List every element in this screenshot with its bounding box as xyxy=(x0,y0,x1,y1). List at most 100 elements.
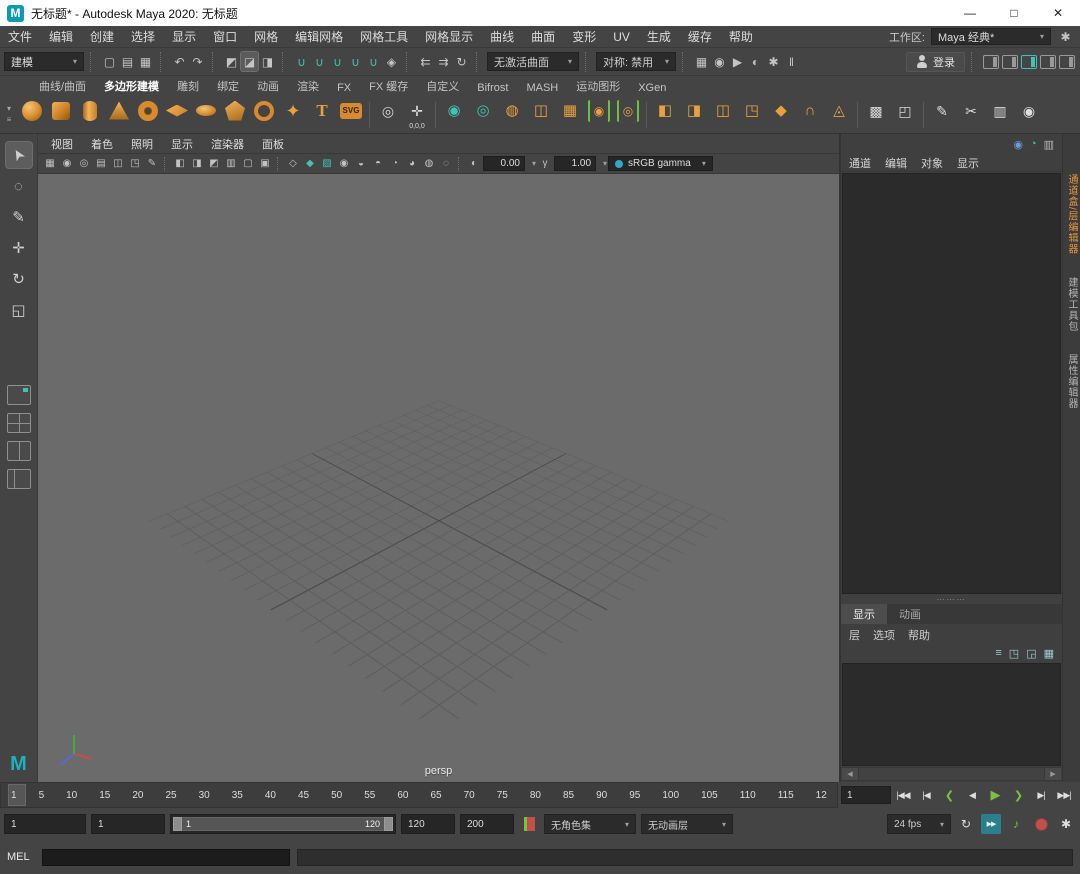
insert-edge-loop-icon[interactable]: ▥ xyxy=(986,98,1014,132)
film-gate-icon[interactable]: ◧ xyxy=(172,156,188,172)
scroll-right-icon[interactable]: ▶ xyxy=(1045,768,1061,780)
active-surface-field[interactable]: 无激活曲面 ▾ xyxy=(487,52,579,71)
current-frame-field[interactable]: 1 xyxy=(841,786,891,804)
time-tick[interactable]: 85 xyxy=(563,790,574,801)
new-empty-layer-icon[interactable]: ◳ xyxy=(1009,647,1019,660)
chevron-down-icon[interactable]: ▾ xyxy=(603,159,607,168)
time-tick[interactable]: 20 xyxy=(132,790,143,801)
sound-toggle[interactable]: ♪ xyxy=(1006,814,1026,834)
time-tick[interactable]: 1 xyxy=(11,790,17,801)
channel-box-menu-item[interactable]: 显示 xyxy=(957,155,979,171)
profiler-icon[interactable]: ▥ xyxy=(1044,138,1054,151)
bridge-icon[interactable]: ∩ xyxy=(796,98,824,132)
exposure-field[interactable]: 0.00 xyxy=(483,156,525,171)
time-tick[interactable]: 65 xyxy=(431,790,442,801)
safe-title-icon[interactable]: ▣ xyxy=(257,156,273,172)
shelf-tab[interactable]: FX 缓存 xyxy=(360,76,417,96)
snap-to-view-plane-icon[interactable]: ∪ xyxy=(365,52,382,71)
image-plane-icon[interactable]: ◫ xyxy=(110,156,126,172)
character-set-dropdown[interactable]: 无角色集 ▾ xyxy=(544,814,636,834)
symmetry-field[interactable]: 对称: 禁用 ▾ xyxy=(596,52,676,71)
shelf-tab[interactable]: 运动图形 xyxy=(567,76,629,96)
shelf-tab[interactable]: 渲染 xyxy=(288,76,328,96)
select-camera-icon[interactable]: ▦ xyxy=(42,156,58,172)
move-pivot-to-origin-icon[interactable]: ✛ 0,0,0 xyxy=(403,98,431,132)
rig-evaluation-icon[interactable]: ◉ xyxy=(1013,138,1023,151)
shelf-tab[interactable]: 雕刻 xyxy=(168,76,208,96)
gamma-icon[interactable]: γ xyxy=(537,156,553,172)
combine-icon[interactable]: ◉ xyxy=(440,98,468,132)
shelf-tab[interactable]: Bifrost xyxy=(468,80,517,96)
open-scene-icon[interactable]: ▤ xyxy=(119,52,136,71)
gamma-field[interactable]: 1.00 xyxy=(554,156,597,171)
time-tick[interactable]: 115 xyxy=(778,790,794,801)
lasso-select-tool[interactable]: ◌ xyxy=(6,173,32,199)
panel-menu-item[interactable]: 显示 xyxy=(162,136,202,152)
boolean-difference-icon[interactable]: ◨ xyxy=(680,98,708,132)
panel-menu-item[interactable]: 照明 xyxy=(122,136,162,152)
range-end-handle[interactable] xyxy=(384,817,393,831)
shelf-menu-icon[interactable]: ≡ xyxy=(7,116,12,124)
outliner-toggle[interactable] xyxy=(1059,54,1075,69)
menu-item[interactable]: 生成 xyxy=(639,28,679,45)
textured-icon[interactable]: ▨ xyxy=(319,156,335,172)
quad-draw-icon[interactable]: ✎ xyxy=(928,98,956,132)
command-language-toggle[interactable]: MEL xyxy=(7,851,35,863)
time-tick[interactable]: 15 xyxy=(99,790,110,801)
chevron-down-icon[interactable]: ▾ xyxy=(532,159,536,168)
smooth-mesh-preview-icon[interactable]: ◉ xyxy=(585,98,613,132)
snap-to-point-icon[interactable]: ∪ xyxy=(329,52,346,71)
menu-item[interactable]: 曲面 xyxy=(523,28,563,45)
shelf-tab[interactable]: 自定义 xyxy=(417,76,468,96)
exposure-icon[interactable]: ◐ xyxy=(466,156,482,172)
poly-type-icon[interactable]: T xyxy=(308,98,336,132)
sign-in-button[interactable]: 登录 xyxy=(906,51,965,72)
shelf-tab[interactable]: 多边形建模 xyxy=(95,76,168,96)
poly-pipe-icon[interactable] xyxy=(250,98,278,132)
lock-camera-icon[interactable]: ◉ xyxy=(59,156,75,172)
layer-options-icon[interactable]: ▦ xyxy=(1044,647,1054,660)
mirror-icon[interactable]: ◫ xyxy=(527,98,555,132)
target-weld-icon[interactable]: ◉ xyxy=(1015,98,1043,132)
poly-cube-icon[interactable] xyxy=(47,98,75,132)
time-tick[interactable]: 80 xyxy=(530,790,541,801)
channel-box-menu-item[interactable]: 通道 xyxy=(849,155,871,171)
extrude-icon[interactable]: ◳ xyxy=(738,98,766,132)
select-by-hierarchy-icon[interactable]: ◩ xyxy=(223,52,240,71)
range-start-handle[interactable] xyxy=(173,817,182,831)
menu-item[interactable]: 缓存 xyxy=(680,28,720,45)
bevel-icon[interactable]: ◆ xyxy=(767,98,795,132)
layer-editor-menu-item[interactable]: 帮助 xyxy=(908,627,930,643)
workspace-options-icon[interactable]: ✱ xyxy=(1057,27,1074,46)
input-connections-icon[interactable]: ⇇ xyxy=(417,52,434,71)
snap-to-curve-icon[interactable]: ∪ xyxy=(311,52,328,71)
menu-item[interactable]: 窗口 xyxy=(205,28,245,45)
step-back-frame-button[interactable]: |◀ xyxy=(915,785,937,805)
time-tick[interactable]: 110 xyxy=(740,790,756,801)
light-editor-icon[interactable]: ◐ xyxy=(747,52,764,71)
output-connections-icon[interactable]: ⇉ xyxy=(435,52,452,71)
save-scene-icon[interactable]: ▦ xyxy=(137,52,154,71)
pause-icon[interactable]: ‖ xyxy=(783,52,800,71)
four-pane-layout-button[interactable] xyxy=(6,413,31,433)
time-tick[interactable]: 105 xyxy=(701,790,718,801)
step-forward-key-button[interactable]: ❯ xyxy=(1007,785,1029,805)
menu-item[interactable]: 选择 xyxy=(123,28,163,45)
menu-item[interactable]: 编辑 xyxy=(41,28,81,45)
time-tick[interactable]: 100 xyxy=(662,790,679,801)
go-to-playback-end-button[interactable]: ▶▶| xyxy=(1053,785,1075,805)
scroll-left-icon[interactable]: ◀ xyxy=(842,768,858,780)
panel-menu-item[interactable]: 面板 xyxy=(253,136,293,152)
render-settings-icon[interactable]: ✱ xyxy=(765,52,782,71)
playback-loop-toggle[interactable]: ↻ xyxy=(956,814,976,834)
shelf-tabs-toggle-icon[interactable]: ▾ xyxy=(7,105,11,113)
menu-item[interactable]: UV xyxy=(605,30,638,44)
step-back-key-button[interactable]: ❮ xyxy=(938,785,960,805)
menu-item[interactable]: 变形 xyxy=(564,28,604,45)
separate-icon[interactable]: ◎ xyxy=(469,98,497,132)
time-tick[interactable]: 40 xyxy=(265,790,276,801)
sidebar-vertical-tab[interactable]: 属性编辑器 xyxy=(1064,346,1079,417)
poly-cone-icon[interactable] xyxy=(105,98,133,132)
grease-pencil-icon[interactable]: ✎ xyxy=(144,156,160,172)
step-forward-frame-button[interactable]: ▶| xyxy=(1030,785,1052,805)
